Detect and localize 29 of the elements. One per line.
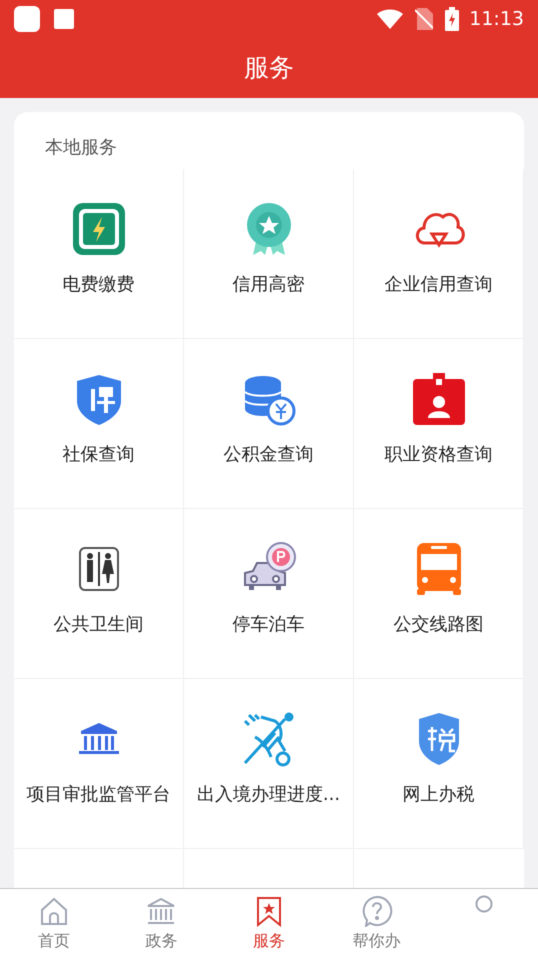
tab[interactable]: 帮你办: [322, 889, 430, 958]
clock-time: 11:13: [469, 6, 524, 32]
service-item[interactable]: 公共卫生间: [14, 509, 184, 679]
service-item[interactable]: 项目审批监管平台: [14, 679, 184, 849]
service-item[interactable]: 信用高密: [184, 169, 354, 339]
notification-icon: [14, 6, 40, 32]
service-item[interactable]: 电费缴费: [14, 169, 184, 339]
service-item[interactable]: 网上办税: [354, 679, 524, 849]
notification-icon: [54, 9, 74, 29]
lightning-icon: [70, 201, 126, 257]
tab[interactable]: 服务: [215, 889, 323, 958]
id-badge-icon: [410, 371, 466, 427]
tab[interactable]: 首页: [0, 889, 108, 958]
user-icon: [475, 895, 494, 913]
battery-charging-icon: [445, 7, 460, 31]
tab[interactable]: 政务: [108, 889, 216, 958]
service-item[interactable]: 社保查询: [14, 339, 184, 509]
service-item[interactable]: 企业信用查询: [354, 169, 524, 339]
page-title: 服务: [244, 52, 294, 84]
bank-icon: [145, 895, 178, 927]
service-item[interactable]: 公积金查询: [184, 339, 354, 509]
help-icon: [360, 895, 393, 927]
service-item[interactable]: 公交线路图: [354, 509, 524, 679]
service-item[interactable]: 职业资格查询: [354, 339, 524, 509]
wifi-icon: [377, 9, 404, 29]
service-item[interactable]: 停车泊车: [184, 509, 354, 679]
no-sim-icon: [415, 8, 434, 30]
service-item[interactable]: 出入境办理进度...: [184, 679, 354, 849]
section-title: 本地服务: [44, 136, 118, 160]
